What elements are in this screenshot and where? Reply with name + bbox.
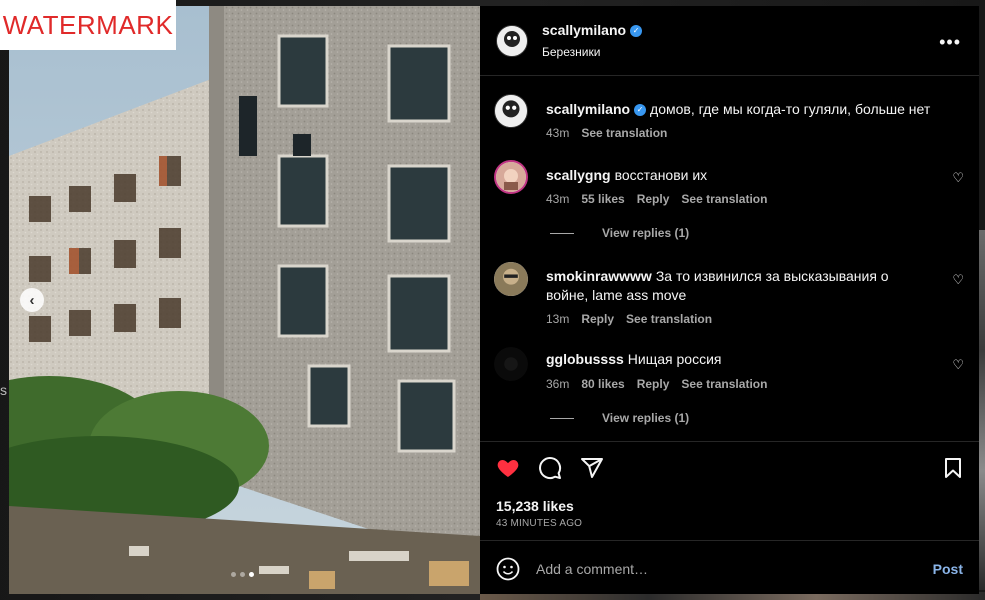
comment-body: gglobussss Нищая россия — [546, 350, 926, 369]
avatar[interactable] — [496, 24, 528, 57]
comment-body: smokinrawwww За то извинился за высказыва… — [546, 267, 926, 305]
avatar[interactable] — [494, 262, 528, 296]
emoji-icon[interactable] — [496, 557, 520, 581]
reply-button[interactable]: Reply — [637, 192, 670, 206]
post-button[interactable]: Post — [933, 561, 963, 577]
verified-icon: ✓ — [634, 104, 647, 117]
bookmark-icon[interactable] — [941, 456, 965, 480]
post-side-panel: scallymilano ✓ Березники ••• scallymilano… — [480, 6, 979, 594]
comment-meta: 36m 80 likes Reply See translation — [546, 377, 767, 391]
view-replies-button[interactable]: View replies (1) — [550, 226, 689, 240]
post-modal: ‹ scallymilano ✓ Березники ••• scallymil… — [9, 6, 979, 594]
carousel-indicator — [231, 572, 254, 577]
comment-body: scallygng восстанови их — [546, 166, 926, 185]
likes-count[interactable]: 15,238 likes — [496, 498, 574, 514]
see-translation-link[interactable]: See translation — [681, 192, 767, 206]
replies-divider — [550, 417, 574, 419]
post-photo[interactable]: ‹ — [9, 6, 480, 594]
comment-username[interactable]: smokinrawwww — [546, 268, 652, 284]
comment-input[interactable] — [536, 560, 933, 577]
carousel-dot — [231, 572, 236, 577]
post-timestamp: 43 MINUTES AGO — [496, 518, 583, 529]
comments-list: scallymilano ✓ домов, где мы когда-то гуля… — [480, 76, 979, 441]
see-translation-link[interactable]: See translation — [681, 377, 767, 391]
comment-time: 13m — [546, 312, 570, 326]
avatar[interactable] — [494, 94, 528, 128]
carousel-dot — [240, 572, 245, 577]
comment-time: 36m — [546, 377, 570, 391]
comment-meta: 43m 55 likes Reply See translation — [546, 192, 767, 206]
action-icons — [496, 456, 604, 480]
view-replies-button[interactable]: View replies (1) — [550, 411, 689, 425]
avatar[interactable] — [494, 160, 528, 194]
replies-divider — [550, 232, 574, 234]
comment-username[interactable]: gglobussss — [546, 351, 624, 367]
background-text: s — [0, 382, 7, 398]
see-translation-link[interactable]: See translation — [581, 126, 667, 140]
more-icon[interactable]: ••• — [939, 32, 961, 53]
comment-text: домов, где мы когда-то гуляли, больше не… — [650, 101, 931, 117]
previous-slide-button[interactable]: ‹ — [20, 288, 44, 312]
comment-meta: 13m Reply See translation — [546, 312, 712, 326]
header-username[interactable]: scallymilano — [542, 22, 626, 38]
comment-time: 43m — [546, 192, 570, 206]
avatar[interactable] — [494, 347, 528, 381]
comment-time: 43m — [546, 126, 570, 140]
comment-username[interactable]: scallygng — [546, 167, 611, 183]
building-photo — [9, 6, 480, 594]
location[interactable]: Березники — [542, 45, 642, 59]
view-replies-label: View replies (1) — [602, 226, 690, 240]
carousel-dot-active — [249, 572, 254, 577]
post-header: scallymilano ✓ Березники ••• — [480, 6, 979, 76]
reply-button[interactable]: Reply — [581, 312, 614, 326]
screen: WATERMARK s ‹ scallymilano ✓ Березники •… — [0, 0, 985, 600]
watermark: WATERMARK — [0, 0, 176, 50]
background-side-thumbnails — [978, 230, 985, 590]
verified-icon: ✓ — [630, 24, 643, 37]
comment-icon[interactable] — [538, 456, 562, 480]
header-user: scallymilano ✓ Березники — [542, 22, 643, 59]
comment-body: scallymilano ✓ домов, где мы когда-то гуля… — [546, 100, 946, 119]
post-actions: 15,238 likes 43 MINUTES AGO Post — [480, 441, 979, 595]
see-translation-link[interactable]: See translation — [626, 312, 712, 326]
comment-like-icon[interactable]: ♡ — [952, 170, 964, 186]
view-replies-label: View replies (1) — [602, 411, 690, 425]
heart-filled-icon[interactable] — [496, 456, 520, 480]
comment-meta: 43m See translation — [546, 126, 667, 140]
reply-button[interactable]: Reply — [637, 377, 670, 391]
comment-likes[interactable]: 55 likes — [581, 192, 624, 206]
comment-text: Нищая россия — [627, 351, 722, 367]
comment-like-icon[interactable]: ♡ — [952, 357, 964, 373]
comment-likes[interactable]: 80 likes — [581, 377, 624, 391]
comment-like-icon[interactable]: ♡ — [952, 272, 964, 288]
add-comment-bar: Post — [480, 540, 979, 596]
share-icon[interactable] — [580, 456, 604, 480]
comment-username[interactable]: scallymilano — [546, 101, 630, 117]
chevron-left-icon: ‹ — [29, 291, 35, 309]
comment-text: восстанови их — [614, 167, 708, 183]
